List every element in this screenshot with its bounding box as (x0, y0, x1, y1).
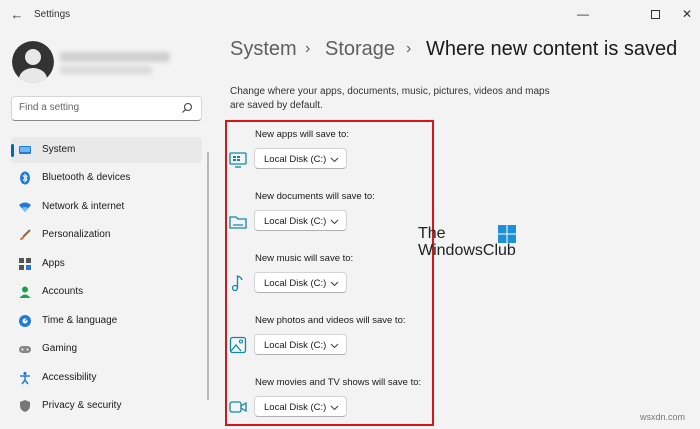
sidebar-item-label: System (42, 144, 76, 155)
back-button[interactable]: ← (8, 6, 26, 24)
breadcrumb-storage[interactable]: Storage (325, 38, 395, 61)
accessibility-icon (20, 371, 30, 385)
folder-icon (229, 216, 247, 229)
watermark-line1: The (418, 225, 446, 242)
video-camera-icon (229, 401, 247, 413)
user-name-redacted (60, 52, 170, 62)
search-box[interactable] (11, 96, 202, 121)
sidebar-item-gaming[interactable]: Gaming (11, 336, 202, 362)
wifi-icon (19, 202, 31, 212)
apps-save-label: New apps will save to: (255, 129, 349, 140)
sidebar-item-label: Apps (42, 258, 65, 269)
dropdown-value: Local Disk (C:) (264, 402, 327, 413)
sidebar-item-label: Accessibility (42, 372, 97, 383)
music-note-icon (231, 275, 243, 292)
documents-save-label: New documents will save to: (255, 191, 375, 202)
search-input[interactable] (19, 102, 179, 113)
photo-icon (229, 336, 247, 354)
apps-icon (19, 258, 31, 270)
watermark-line2: WindowsClub (418, 242, 516, 259)
dropdown-value: Local Disk (C:) (264, 154, 327, 165)
sidebar-item-time-language[interactable]: Time & language (11, 308, 202, 334)
sidebar-scrollbar[interactable] (207, 152, 209, 400)
sidebar-item-label: Personalization (42, 229, 111, 240)
sidebar-item-personalization[interactable]: Personalization (11, 222, 202, 248)
user-email-redacted (60, 66, 152, 74)
person-icon (19, 286, 31, 298)
sidebar-item-network[interactable]: Network & internet (11, 194, 202, 220)
sidebar-item-label: Gaming (42, 343, 78, 354)
sidebar-item-label: Privacy & security (42, 400, 122, 411)
brush-icon (20, 229, 31, 240)
documents-location-dropdown[interactable]: Local Disk (C:) (254, 210, 347, 231)
sidebar-item-label: Time & language (42, 315, 118, 326)
gamepad-icon (19, 346, 31, 353)
sidebar-item-bluetooth[interactable]: Bluetooth & devices (11, 165, 202, 191)
apps-location-dropdown[interactable]: Local Disk (C:) (254, 148, 347, 169)
music-save-label: New music will save to: (255, 253, 354, 264)
dropdown-value: Local Disk (C:) (264, 278, 327, 289)
shield-icon (20, 400, 30, 412)
music-location-dropdown[interactable]: Local Disk (C:) (254, 272, 347, 293)
breadcrumb-system[interactable]: System (230, 38, 297, 61)
chevron-down-icon (330, 281, 339, 287)
minimize-button[interactable]: — (560, 0, 606, 28)
sidebar-item-accounts[interactable]: Accounts (11, 279, 202, 305)
person-icon (12, 41, 54, 83)
close-button[interactable]: ✕ (664, 0, 700, 28)
globe-icon (19, 315, 31, 327)
sidebar-item-accessibility[interactable]: Accessibility (11, 365, 202, 391)
chevron-down-icon (330, 343, 339, 349)
sidebar-item-label: Bluetooth & devices (42, 172, 131, 183)
movies-save-label: New movies and TV shows will save to: (255, 377, 422, 388)
search-icon[interactable] (181, 102, 193, 114)
breadcrumb-separator: › (305, 40, 311, 57)
apps-monitor-icon (229, 152, 247, 168)
photos-save-label: New photos and videos will save to: (255, 315, 406, 326)
page-description: Change where your apps, documents, music… (230, 86, 550, 111)
app-title: Settings (34, 9, 71, 20)
dropdown-value: Local Disk (C:) (264, 340, 327, 351)
maximize-icon (650, 10, 660, 20)
watermark-logo-icon (498, 225, 516, 243)
bluetooth-icon (20, 171, 30, 185)
chevron-down-icon (330, 219, 339, 225)
sidebar-item-apps[interactable]: Apps (11, 251, 202, 277)
chevron-down-icon (330, 405, 339, 411)
photos-location-dropdown[interactable]: Local Disk (C:) (254, 334, 347, 355)
movies-location-dropdown[interactable]: Local Disk (C:) (254, 396, 347, 417)
chevron-down-icon (330, 157, 339, 163)
sidebar-item-privacy-security[interactable]: Privacy & security (11, 393, 202, 419)
breadcrumb-separator: › (406, 40, 412, 57)
sidebar-item-label: Accounts (42, 286, 84, 297)
site-watermark: wsxdn.com (640, 412, 686, 422)
sidebar-item-label: Network & internet (42, 201, 125, 212)
active-indicator (11, 144, 14, 157)
page-title: Where new content is saved (426, 38, 678, 60)
monitor-icon (19, 146, 31, 154)
dropdown-value: Local Disk (C:) (264, 216, 327, 227)
avatar[interactable] (12, 41, 54, 83)
sidebar-item-system[interactable]: System (11, 137, 202, 163)
